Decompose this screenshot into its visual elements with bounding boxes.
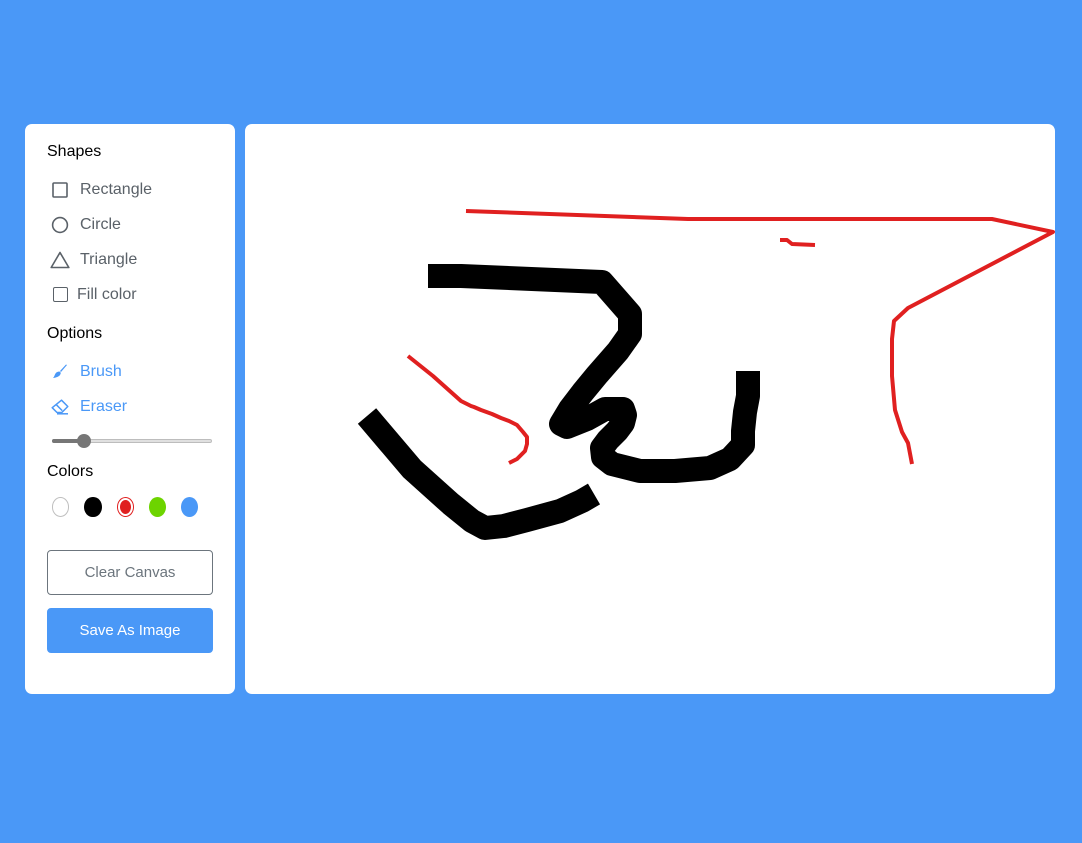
shapes-group: Shapes Rectangle Circle Triangle Fill co… <box>47 142 213 312</box>
brush-icon <box>50 362 70 382</box>
shape-rectangle[interactable]: Rectangle <box>47 172 213 207</box>
fill-color-option[interactable]: Fill color <box>47 277 213 312</box>
canvas-drawing <box>357 209 1055 540</box>
black-stroke-squiggle <box>428 264 760 483</box>
colors-group: Colors <box>47 462 213 522</box>
square-icon <box>50 180 70 200</box>
option-eraser[interactable]: Eraser <box>47 389 213 424</box>
option-brush[interactable]: Brush <box>47 354 213 389</box>
options-group: Options Brush Eraser <box>47 324 213 454</box>
drawing-canvas[interactable] <box>245 124 1055 694</box>
triangle-icon <box>50 250 70 270</box>
circle-icon <box>50 215 70 235</box>
shapes-title: Shapes <box>47 143 102 160</box>
save-image-button[interactable]: Save As Image <box>47 608 213 653</box>
red-stroke-dash <box>780 238 816 247</box>
shape-triangle[interactable]: Triangle <box>47 242 213 277</box>
color-swatch-green[interactable] <box>148 497 166 517</box>
clear-canvas-button[interactable]: Clear Canvas <box>47 550 213 595</box>
fill-color-label: Fill color <box>77 285 137 303</box>
fill-color-checkbox[interactable] <box>50 285 70 305</box>
color-swatch-black[interactable] <box>84 497 102 517</box>
color-swatch-white[interactable] <box>52 497 70 517</box>
shape-rectangle-label: Rectangle <box>80 180 153 198</box>
options-title: Options <box>47 325 103 342</box>
tools-panel: Shapes Rectangle Circle Triangle Fill co… <box>25 124 235 694</box>
color-options <box>52 492 213 522</box>
red-stroke-curve <box>406 354 529 465</box>
color-swatch-red[interactable] <box>116 497 134 517</box>
shape-triangle-label: Triangle <box>80 250 138 268</box>
option-brush-label: Brush <box>80 362 122 380</box>
drawing-app: Shapes Rectangle Circle Triangle Fill co… <box>25 124 1055 694</box>
slider-thumb[interactable] <box>77 434 91 448</box>
brush-size-slider[interactable] <box>52 424 212 454</box>
shape-circle[interactable]: Circle <box>47 207 213 242</box>
shape-circle-label: Circle <box>80 215 121 233</box>
color-swatch-blue[interactable] <box>180 497 198 517</box>
colors-title: Colors <box>47 463 94 480</box>
eraser-icon <box>50 397 70 417</box>
option-eraser-label: Eraser <box>80 397 128 415</box>
